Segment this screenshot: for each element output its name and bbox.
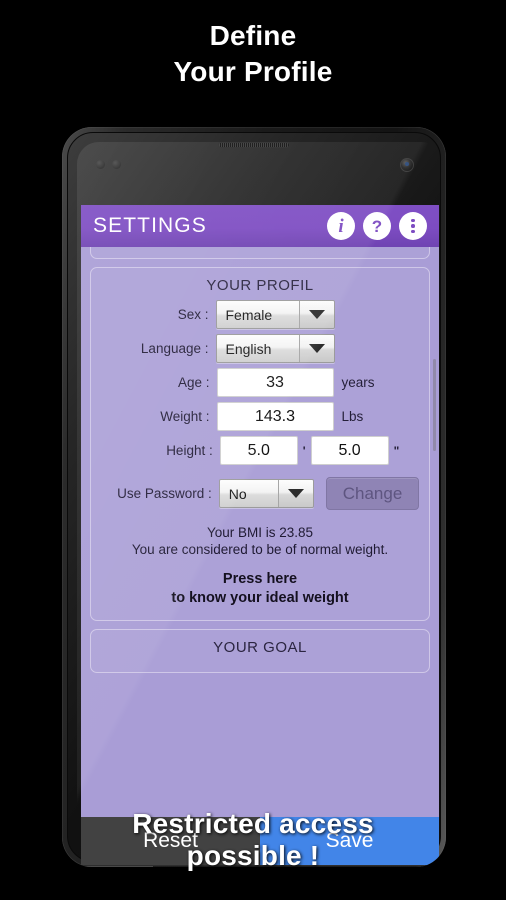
your-goal-title: YOUR GOAL: [213, 639, 307, 656]
language-value: English: [216, 335, 299, 362]
use-password-label: Use Password :: [117, 486, 212, 501]
card-above-clipped: [90, 247, 430, 259]
sex-dropdown-arrow[interactable]: [298, 301, 334, 328]
feet-mark: ': [302, 443, 306, 458]
sex-label: Sex :: [177, 307, 209, 322]
ideal-weight-line2: to know your ideal weight: [171, 590, 349, 606]
weight-label: Weight :: [160, 409, 210, 424]
promo-bottom-line1: Restricted access: [132, 808, 374, 839]
promo-headline-top: Define Your Profile: [0, 18, 506, 90]
language-dropdown[interactable]: English: [215, 334, 335, 363]
weight-unit: Lbs: [341, 409, 364, 424]
vertical-scrollbar[interactable]: [433, 359, 436, 451]
phone-device: SETTINGS i ? YOUR PROFIL Sex: Female La…: [62, 127, 446, 867]
overflow-menu-icon[interactable]: [399, 212, 427, 240]
front-camera-icon: [400, 158, 414, 172]
proximity-sensor-icon: [96, 160, 105, 169]
promo-headline-line2: Your Profile: [173, 56, 333, 87]
chevron-down-icon: [308, 344, 325, 353]
weight-input[interactable]: 143.3: [216, 402, 334, 431]
language-label: Language :: [140, 341, 209, 356]
ideal-weight-link[interactable]: Press here to know your ideal weight: [99, 570, 421, 608]
bmi-value-line: Your BMI is 23.85: [206, 525, 314, 540]
change-password-button[interactable]: Change: [325, 477, 420, 510]
phone-screen: SETTINGS i ? YOUR PROFIL Sex: Female La…: [81, 205, 439, 817]
earpiece-speaker: [218, 142, 290, 148]
phone-bezel: SETTINGS i ? YOUR PROFIL Sex: Female La…: [67, 132, 443, 867]
use-password-dropdown-arrow[interactable]: [277, 480, 313, 507]
height-label: Height :: [166, 443, 213, 458]
settings-scroll-area[interactable]: YOUR PROFIL Sex : Female Language : Engl…: [81, 247, 439, 817]
app-bar-actions: i ?: [327, 212, 431, 240]
height-feet-input[interactable]: 5.0: [219, 436, 298, 465]
promo-headline-bottom: Restricted access possible !: [0, 808, 506, 872]
chevron-down-icon: [287, 489, 304, 498]
page-title: SETTINGS: [93, 214, 207, 237]
overflow-dots: [411, 218, 415, 234]
help-icon[interactable]: ?: [363, 212, 391, 240]
row-use-password: Use Password : No Change: [99, 477, 421, 510]
height-inches-input[interactable]: 5.0: [310, 436, 389, 465]
your-profil-card: YOUR PROFIL Sex : Female Language : Engl…: [90, 267, 430, 621]
use-password-dropdown[interactable]: No: [218, 479, 314, 508]
app-bar: SETTINGS i ?: [81, 205, 439, 247]
age-unit: years: [341, 375, 375, 390]
promo-bottom-line2: possible !: [186, 840, 320, 871]
info-icon[interactable]: i: [327, 212, 355, 240]
your-goal-card[interactable]: YOUR GOAL: [90, 629, 430, 673]
age-input[interactable]: 33: [216, 368, 334, 397]
your-profil-title: YOUR PROFIL: [206, 277, 314, 294]
row-sex: Sex : Female: [99, 300, 421, 329]
sex-dropdown[interactable]: Female: [215, 300, 335, 329]
row-age: Age : 33 years: [99, 368, 421, 397]
light-sensor-icon: [112, 160, 121, 169]
ideal-weight-line1: Press here: [222, 571, 298, 587]
bmi-category-line: You are considered to be of normal weigh…: [131, 542, 389, 557]
use-password-value: No: [219, 480, 278, 507]
row-language: Language : English: [99, 334, 421, 363]
age-label: Age :: [177, 375, 210, 390]
sex-value: Female: [216, 301, 299, 328]
inch-mark: ": [393, 443, 400, 458]
bmi-summary: Your BMI is 23.85 You are considered to …: [99, 524, 421, 558]
language-dropdown-arrow[interactable]: [298, 335, 334, 362]
chevron-down-icon: [308, 310, 325, 319]
row-weight: Weight : 143.3 Lbs: [99, 402, 421, 431]
promo-screenshot: Define Your Profile SETTINGS i ? YOUR PR…: [0, 0, 506, 900]
row-height: Height : 5.0 ' 5.0 ": [99, 436, 421, 465]
promo-headline-line1: Define: [209, 20, 297, 51]
